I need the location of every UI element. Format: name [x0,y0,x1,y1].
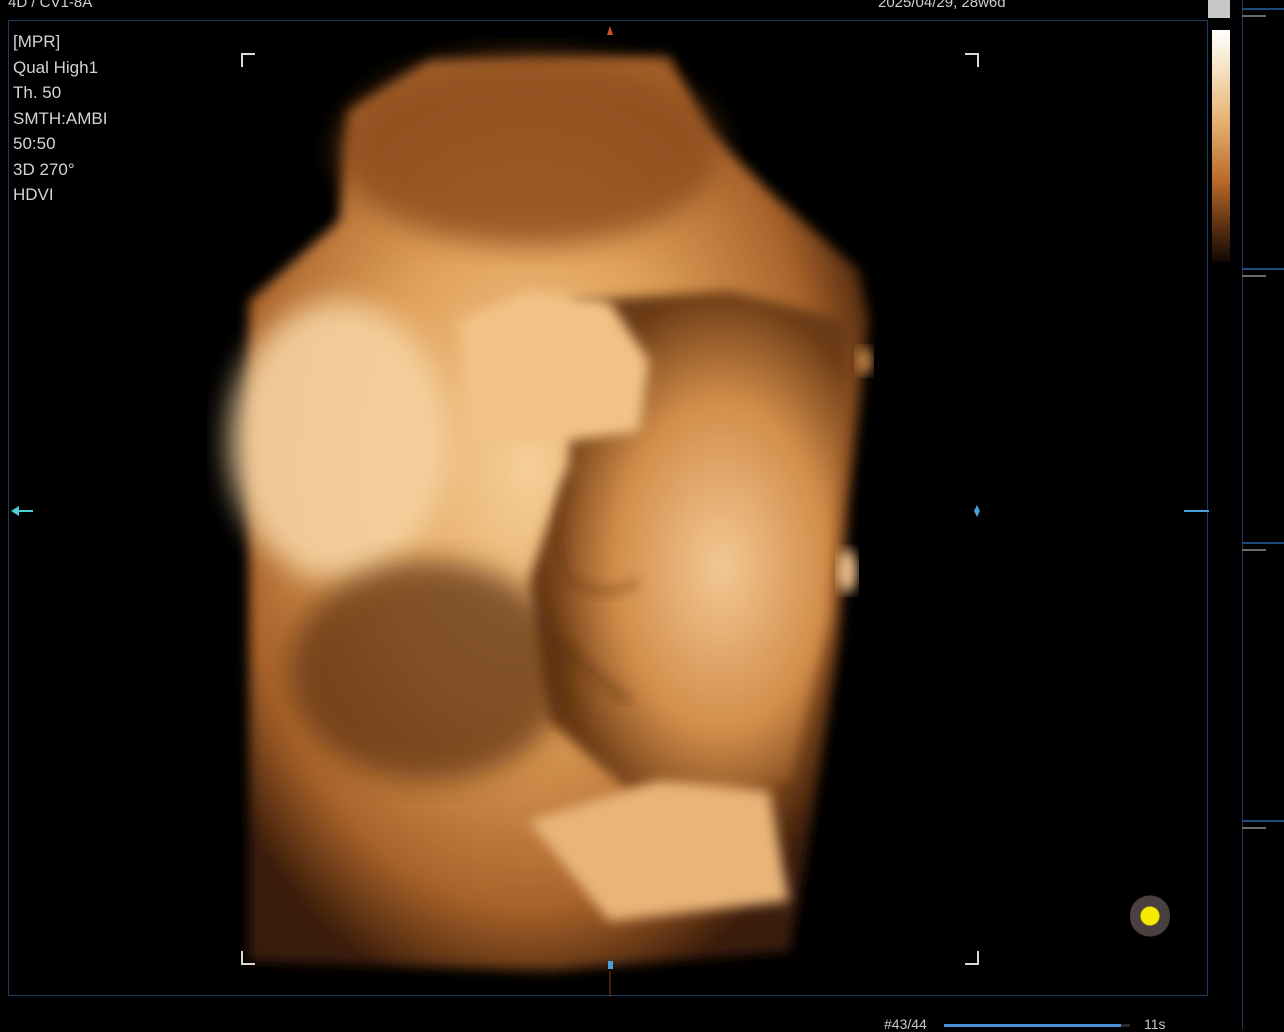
colorbar-top-label [1208,0,1230,18]
top-marker [607,26,613,35]
thumbnail-1[interactable] [1242,8,1284,260]
roi-corner-bottom-left [241,951,255,965]
3d-render-image [11,26,1209,997]
thumbnail-2[interactable] [1242,268,1284,540]
cine-duration: 11s [1144,1016,1166,1032]
roi-corner-top-right [965,53,979,67]
probe-label: 4D / CV1-8A [8,0,93,11]
shadow-region [289,561,569,781]
colorbar [1212,30,1230,262]
cine-progress-bar[interactable] [944,1024,1130,1027]
artifact-speck [837,549,857,593]
exam-date: 2025/04/29, 28w6d [878,0,1006,11]
roi-corner-top-left [241,53,255,67]
cine-progress-fill [944,1024,1121,1027]
left-arrow-icon [11,506,19,516]
bottom-marker [608,961,613,969]
shoulder-region [229,301,449,581]
roi-corner-bottom-right [965,951,979,965]
hair-region [339,56,719,246]
image-viewport[interactable]: [MPR] Qual High1 Th. 50 SMTH:AMBI 50:50 … [8,20,1209,997]
center-right-marker [974,505,980,517]
artifact-speck [856,347,872,375]
status-indicator-dot [1130,893,1170,939]
frame-counter: #43/44 [884,1016,927,1032]
thumbnail-3[interactable] [1242,542,1284,814]
thumbnail-4[interactable] [1242,820,1284,1022]
